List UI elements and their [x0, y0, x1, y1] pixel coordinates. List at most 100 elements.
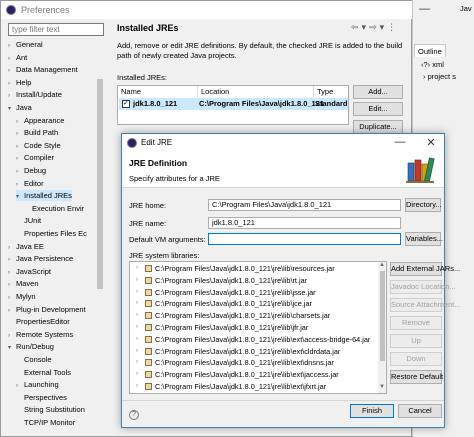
tab-java[interactable]: Jav	[457, 2, 474, 15]
close-icon[interactable]: ✕	[424, 136, 438, 149]
tree-item[interactable]: › General	[8, 39, 43, 50]
cancel-button[interactable]: Cancel	[398, 404, 442, 418]
javadoc-location-button[interactable]: Javadoc Location...	[390, 280, 456, 294]
list-item[interactable]: › C:\Program Files\Java\jdk1.8.0_121\jre\…	[130, 310, 378, 321]
up-button[interactable]: Up	[390, 334, 442, 348]
nav-buttons[interactable]: ⇦▾⇨▾⋮	[351, 22, 399, 33]
tree-item[interactable]: › Debug	[16, 165, 46, 176]
filter-input[interactable]	[8, 23, 104, 36]
chevron-right-icon[interactable]: ›	[136, 263, 138, 274]
tree-item[interactable]: Console	[16, 354, 52, 365]
tree-item[interactable]: › Ant	[8, 52, 27, 63]
chevron-right-icon[interactable]: ›	[16, 154, 24, 165]
scroll-up-icon[interactable]: ▲	[379, 262, 385, 268]
chevron-right-icon[interactable]: ›	[8, 293, 16, 304]
chevron-right-icon[interactable]: ›	[136, 369, 138, 380]
table-row[interactable]: ✓ jdk1.8.0_121 C:\Program Files\Java\jdk…	[119, 98, 348, 110]
variables-button[interactable]: Variables...	[405, 232, 443, 246]
help-icon[interactable]: ?	[129, 410, 139, 420]
tree-item[interactable]: › Java EE	[8, 241, 44, 252]
chevron-right-icon[interactable]: ›	[136, 287, 138, 298]
chevron-right-icon[interactable]: ›	[16, 117, 24, 128]
forward-icon[interactable]: ⇨	[369, 22, 380, 32]
chevron-right-icon[interactable]: ›	[136, 357, 138, 368]
tree-scroll-thumb[interactable]	[97, 79, 103, 289]
edit-jre-button[interactable]: Edit...	[353, 102, 403, 116]
tree-item[interactable]: › Remote Systems	[8, 329, 73, 340]
chevron-right-icon[interactable]: ›	[136, 310, 138, 321]
chevron-right-icon[interactable]: ›	[8, 268, 16, 279]
jre-checkbox[interactable]: ✓	[122, 100, 130, 108]
tree-item[interactable]: External Tools	[16, 367, 71, 378]
jre-home-field[interactable]: C:\Program Files\Java\jdk1.8.0_121	[208, 199, 401, 211]
tree-item[interactable]: ▾ Java	[8, 102, 32, 113]
down-button[interactable]: Down	[390, 352, 442, 366]
tree-item[interactable]: › Code Style	[16, 140, 61, 151]
tree-item[interactable]: Perspectives	[16, 392, 67, 403]
restore-default-button[interactable]: Restore Default	[390, 370, 443, 384]
tree-item[interactable]: › Plug-in Development	[8, 304, 86, 315]
more-icon[interactable]: ⋮	[387, 22, 399, 32]
tree-item[interactable]: › Install/Update	[8, 89, 62, 100]
chevron-right-icon[interactable]: ›	[8, 255, 16, 266]
chevron-right-icon[interactable]: ›	[8, 54, 16, 65]
list-item[interactable]: › C:\Program Files\Java\jdk1.8.0_121\jre\…	[130, 322, 378, 333]
tree-item[interactable]: String Substitution	[16, 404, 85, 415]
list-item[interactable]: › C:\Program Files\Java\jdk1.8.0_121\jre\…	[130, 381, 378, 392]
chevron-down-icon[interactable]: ▾	[8, 343, 16, 354]
add-external-jars-button[interactable]: Add External JARs...	[390, 262, 460, 276]
back-icon[interactable]: ⇦	[351, 22, 362, 32]
tree-item[interactable]: JUnit	[16, 215, 41, 226]
tree-item[interactable]: › Help	[8, 77, 31, 88]
source-attachment-button[interactable]: Source Attachment...	[390, 298, 461, 312]
chevron-right-icon[interactable]: ›	[8, 79, 16, 90]
chevron-right-icon[interactable]: ›	[8, 41, 16, 52]
tree-item[interactable]: › Java Persistence	[8, 253, 73, 264]
tree-scrollbar[interactable]	[96, 39, 104, 435]
chevron-right-icon[interactable]: ›	[8, 91, 16, 102]
libraries-scroll-thumb[interactable]	[380, 271, 385, 361]
chevron-right-icon[interactable]: ›	[8, 66, 16, 77]
col-header-location[interactable]: Location	[198, 86, 314, 97]
tree-item[interactable]: › Mylyn	[8, 291, 36, 302]
chevron-right-icon[interactable]: ›	[8, 306, 16, 317]
list-item[interactable]: › C:\Program Files\Java\jdk1.8.0_121\jre\…	[130, 263, 378, 274]
outline-item-xml[interactable]: ‹?› xml	[421, 60, 444, 69]
back-menu-icon[interactable]: ▾	[362, 22, 370, 32]
list-item[interactable]: › C:\Program Files\Java\jdk1.8.0_121\jre\…	[130, 287, 378, 298]
chevron-right-icon[interactable]: ›	[136, 334, 138, 345]
remove-button[interactable]: Remove	[390, 316, 442, 330]
tab-outline[interactable]: Outline	[414, 44, 446, 57]
outline-item-project[interactable]: › project s	[423, 72, 456, 81]
chevron-right-icon[interactable]: ›	[8, 280, 16, 291]
col-header-type[interactable]: Type	[314, 86, 350, 97]
finish-button[interactable]: Finish	[350, 404, 394, 418]
chevron-right-icon[interactable]: ›	[136, 381, 138, 392]
tree-item[interactable]: › Build Path	[16, 127, 58, 138]
list-item[interactable]: › C:\Program Files\Java\jdk1.8.0_121\jre\…	[130, 275, 378, 286]
chevron-right-icon[interactable]: ›	[136, 298, 138, 309]
tree-item[interactable]: Properties Files Ec	[16, 228, 87, 239]
list-item[interactable]: › C:\Program Files\Java\jdk1.8.0_121\jre\…	[130, 298, 378, 309]
chevron-right-icon[interactable]: ›	[16, 142, 24, 153]
tree-item[interactable]: TCP/IP Monitor	[16, 417, 75, 428]
tree-item[interactable]: ▾ Installed JREs	[16, 190, 72, 202]
tree-item[interactable]: ▾ Run/Debug	[8, 341, 54, 352]
tree-item[interactable]: › Appearance	[16, 115, 64, 126]
tree-item[interactable]: › Editor	[16, 178, 44, 189]
list-item[interactable]: › C:\Program Files\Java\jdk1.8.0_121\jre\…	[130, 369, 378, 380]
chevron-right-icon[interactable]: ›	[16, 381, 24, 392]
chevron-right-icon[interactable]: ›	[136, 275, 138, 286]
chevron-right-icon[interactable]: ›	[136, 346, 138, 357]
scroll-down-icon[interactable]: ▼	[379, 384, 385, 390]
directory-button[interactable]: Directory...	[405, 198, 442, 212]
minimize-icon[interactable]: —	[419, 3, 430, 15]
chevron-right-icon[interactable]: ›	[16, 180, 24, 191]
duplicate-jre-button[interactable]: Duplicate...	[353, 120, 403, 134]
list-item[interactable]: › C:\Program Files\Java\jdk1.8.0_121\jre\…	[130, 334, 378, 345]
col-header-name[interactable]: Name	[118, 86, 198, 97]
tree-item[interactable]: › Launching	[16, 379, 59, 390]
chevron-down-icon[interactable]: ▾	[8, 104, 16, 115]
tree-item[interactable]: › Data Management	[8, 64, 78, 75]
tree-item[interactable]: › Compiler	[16, 152, 54, 163]
